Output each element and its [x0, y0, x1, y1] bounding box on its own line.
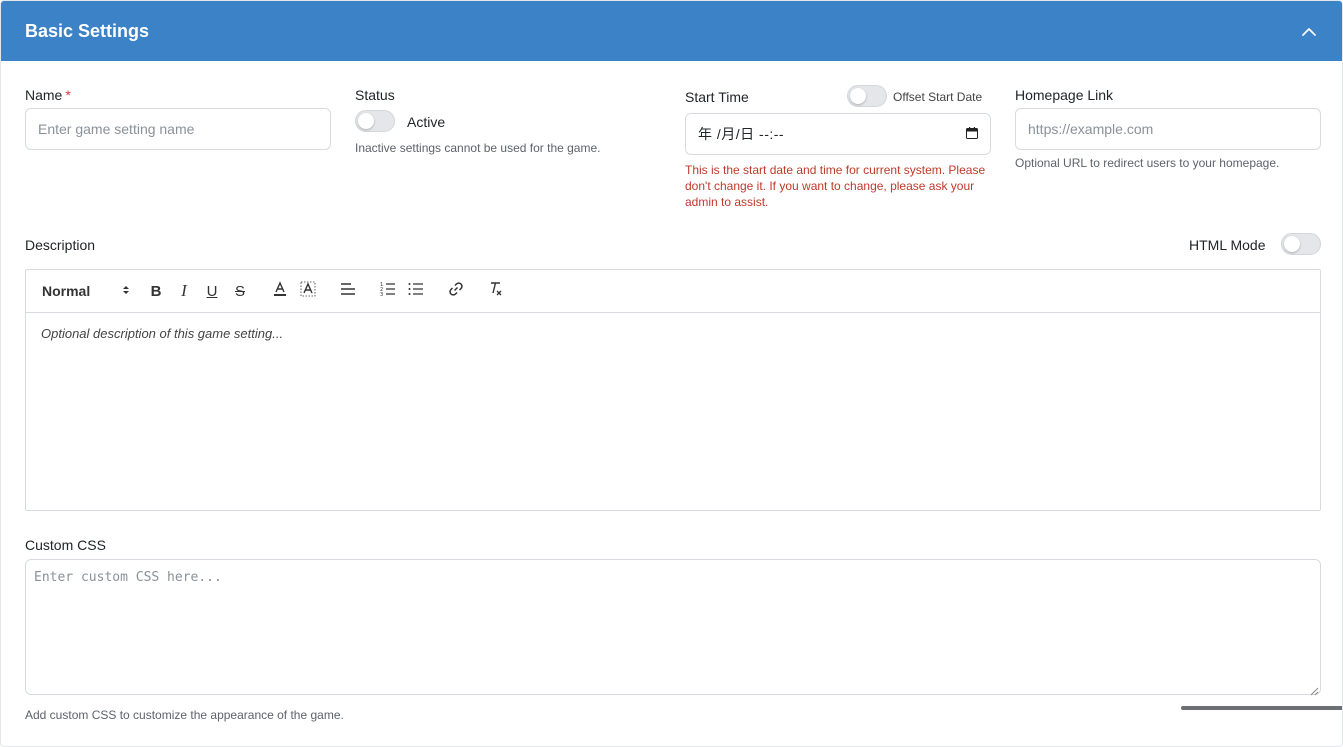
strike-button[interactable]: S	[226, 279, 254, 303]
text-color-icon	[272, 281, 288, 301]
underline-button[interactable]: U	[198, 279, 226, 303]
name-label-text: Name	[25, 87, 63, 103]
editor-toolbar: Normal B I U S 1 2 3	[26, 270, 1320, 313]
clear-format-button[interactable]	[482, 279, 510, 303]
select-arrows-icon	[122, 283, 130, 299]
start-time-warning: This is the start date and time for curr…	[685, 163, 986, 209]
name-input[interactable]	[25, 108, 331, 150]
panel-header[interactable]: Basic Settings	[1, 1, 1342, 61]
status-toggle[interactable]	[355, 110, 395, 132]
homepage-label: Homepage Link	[1015, 87, 1114, 103]
ordered-list-icon: 123	[380, 282, 396, 300]
start-time-label: Start Time	[685, 89, 749, 105]
link-icon	[448, 281, 464, 301]
html-mode-toggle[interactable]	[1281, 233, 1321, 255]
horizontal-scrollbar[interactable]	[1181, 706, 1342, 710]
html-mode-label: HTML Mode	[1189, 237, 1266, 253]
toggle-knob	[850, 88, 866, 104]
svg-text:3: 3	[380, 292, 383, 296]
italic-icon: I	[181, 281, 187, 300]
panel-title: Basic Settings	[25, 20, 150, 41]
background-color-icon	[300, 281, 316, 301]
chevron-up-icon[interactable]	[1298, 20, 1320, 42]
calendar-icon[interactable]	[966, 126, 978, 142]
format-select[interactable]: Normal	[42, 283, 130, 299]
basic-settings-panel: Basic Settings Name* Status Active Inact…	[0, 0, 1343, 747]
homepage-help: Optional URL to redirect users to your h…	[1015, 156, 1280, 170]
background-color-button[interactable]	[294, 279, 322, 303]
align-button[interactable]	[334, 279, 362, 303]
italic-button[interactable]: I	[170, 279, 198, 303]
bold-icon: B	[150, 282, 162, 300]
toggle-knob	[358, 113, 374, 129]
toggle-knob	[1284, 236, 1300, 252]
resize-grip-icon[interactable]	[1309, 683, 1319, 696]
custom-css-help: Add custom CSS to customize the appearan…	[25, 708, 344, 722]
required-mark: *	[65, 87, 71, 103]
name-label: Name *	[25, 87, 71, 103]
homepage-input[interactable]	[1015, 108, 1321, 150]
status-label: Status	[355, 87, 395, 103]
link-button[interactable]	[442, 279, 470, 303]
align-left-icon	[340, 282, 356, 300]
status-help: Inactive settings cannot be used for the…	[355, 141, 601, 155]
offset-start-date-toggle[interactable]	[847, 85, 887, 107]
status-toggle-label: Active	[407, 114, 446, 130]
bullet-list-icon	[408, 282, 424, 300]
strike-icon: S	[234, 282, 245, 300]
description-editor: Normal B I U S 1 2 3 Optional descriptio…	[25, 269, 1321, 511]
start-time-input[interactable]: 年 /月/日 --:--	[685, 113, 991, 155]
description-editor-body[interactable]: Optional description of this game settin…	[26, 313, 1320, 354]
custom-css-label: Custom CSS	[25, 537, 106, 553]
start-time-value: 年 /月/日 --:--	[698, 126, 785, 142]
offset-start-date-label: Offset Start Date	[893, 90, 983, 104]
bold-button[interactable]: B	[142, 279, 170, 303]
ordered-list-button[interactable]: 123	[374, 279, 402, 303]
bullet-list-button[interactable]	[402, 279, 430, 303]
custom-css-input[interactable]	[25, 559, 1321, 695]
text-color-button[interactable]	[266, 279, 294, 303]
format-select-value: Normal	[42, 283, 91, 299]
clear-format-icon	[488, 281, 504, 301]
description-label: Description	[25, 237, 96, 253]
underline-icon: U	[206, 282, 218, 300]
